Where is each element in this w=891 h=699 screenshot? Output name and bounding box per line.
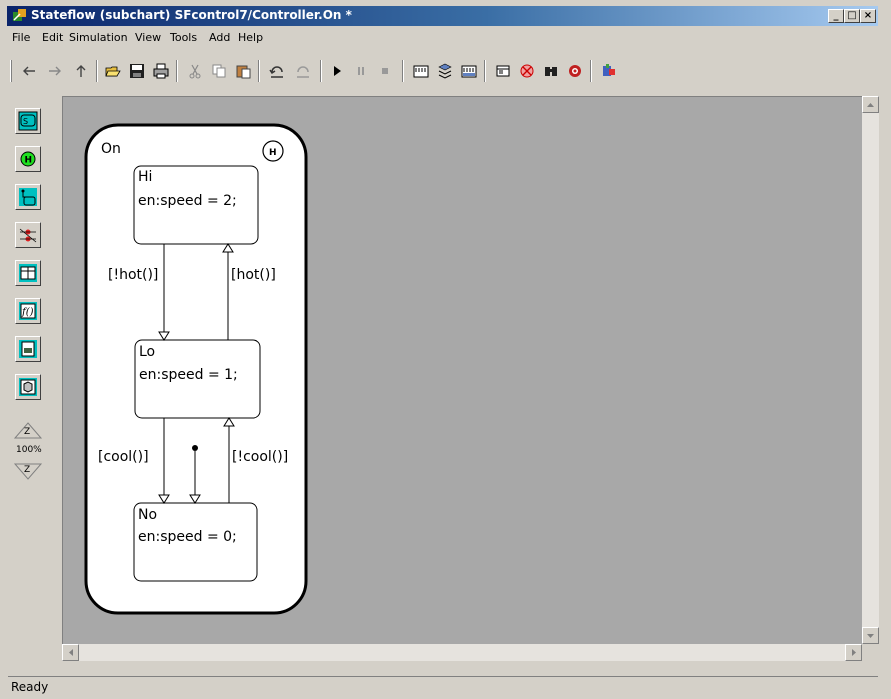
save-icon[interactable] — [126, 60, 148, 82]
truth-table-tool-button[interactable] — [15, 260, 41, 286]
rebuild-icon[interactable] — [458, 60, 480, 82]
zoom-in-label[interactable]: Z — [24, 427, 30, 437]
box-icon — [19, 378, 37, 396]
embedded-matlab-tool-button[interactable] — [15, 336, 41, 362]
vertical-scrollbar[interactable] — [862, 96, 879, 644]
pause-icon[interactable] — [350, 60, 372, 82]
undo-icon[interactable] — [266, 60, 288, 82]
go-to-parent-icon[interactable] — [598, 60, 620, 82]
scroll-corner — [862, 644, 879, 661]
horizontal-scrollbar[interactable] — [62, 644, 862, 661]
menu-help[interactable]: Help — [238, 31, 263, 44]
toolbar — [8, 50, 878, 90]
toolbar-separator — [320, 60, 322, 82]
svg-text:H: H — [25, 156, 33, 166]
superstate-on-label: On — [101, 141, 121, 157]
stop-icon[interactable] — [374, 60, 396, 82]
connective-junction-tool-button[interactable] — [15, 222, 41, 248]
transition-lo-to-hi-label: [hot()] — [231, 267, 276, 283]
scroll-up-button[interactable] — [862, 96, 879, 113]
toolbar-separator — [590, 60, 592, 82]
state-no-name: No — [138, 507, 157, 523]
forward-icon[interactable] — [44, 60, 66, 82]
history-junction[interactable]: H — [262, 140, 284, 162]
maximize-button[interactable]: □ — [844, 9, 860, 23]
graphical-function-tool-button[interactable]: f() — [15, 298, 41, 324]
transition-no-to-lo-label: [!cool()] — [232, 449, 288, 465]
zoom-control[interactable]: Z 100% Z — [13, 420, 43, 480]
stateflow-app-icon — [13, 9, 26, 21]
embedded-function-icon — [19, 340, 37, 358]
paste-icon[interactable] — [232, 60, 254, 82]
state-lo-action: en:speed = 1; — [139, 367, 238, 383]
minimize-button[interactable]: _ — [828, 9, 844, 23]
tool-palette: S H f() Z 100% Z — [10, 100, 60, 640]
toolbar-separator — [258, 60, 260, 82]
up-icon[interactable] — [70, 60, 92, 82]
close-button[interactable]: × — [860, 9, 876, 23]
scroll-down-button[interactable] — [862, 627, 879, 644]
copy-icon[interactable] — [208, 60, 230, 82]
default-transition-icon — [19, 188, 37, 206]
zoom-out-label[interactable]: Z — [24, 465, 30, 475]
function-icon: f() — [19, 302, 37, 320]
status-bar: Ready — [8, 676, 878, 696]
menu-edit[interactable]: Edit — [42, 31, 63, 44]
print-icon[interactable] — [150, 60, 172, 82]
state-tool-button[interactable]: S — [15, 108, 41, 134]
state-lo-name: Lo — [139, 344, 155, 360]
state-icon: S — [18, 111, 38, 131]
cut-icon[interactable] — [184, 60, 206, 82]
status-text: Ready — [11, 680, 49, 694]
menu-file[interactable]: File — [12, 31, 30, 44]
toolbar-separator — [402, 60, 404, 82]
zoom-level-label: 100% — [16, 445, 42, 455]
target-icon[interactable] — [564, 60, 586, 82]
menu-view[interactable]: View — [135, 31, 161, 44]
svg-text:S: S — [23, 117, 28, 126]
box-tool-button[interactable] — [15, 374, 41, 400]
model-explorer-icon[interactable] — [492, 60, 514, 82]
svg-text:f(): f() — [21, 307, 34, 318]
scroll-left-button[interactable] — [62, 644, 79, 661]
start-simulation-icon[interactable] — [326, 60, 348, 82]
find-binoculars-icon[interactable] — [540, 60, 562, 82]
window-title: Stateflow (subchart) SFcontrol7/Controll… — [31, 8, 352, 22]
state-no-action: en:speed = 0; — [138, 529, 237, 545]
debugger-icon[interactable] — [516, 60, 538, 82]
explorer-icon[interactable] — [434, 60, 456, 82]
stateflow-window: Stateflow (subchart) SFcontrol7/Controll… — [0, 0, 891, 699]
history-junction-label: H — [269, 148, 277, 158]
default-transition-tool-button[interactable] — [15, 184, 41, 210]
menu-tools[interactable]: Tools — [170, 31, 197, 44]
history-junction-icon: H — [19, 150, 37, 168]
menu-simulation[interactable]: Simulation — [69, 31, 128, 44]
truth-table-icon — [19, 264, 37, 282]
open-folder-icon[interactable] — [102, 60, 124, 82]
toolbar-separator — [96, 60, 98, 82]
connective-junction-icon — [19, 226, 37, 244]
toolbar-separator — [484, 60, 486, 82]
back-icon[interactable] — [18, 60, 40, 82]
state-hi-name: Hi — [138, 169, 152, 185]
transition-hi-to-lo-label: [!hot()] — [108, 267, 158, 283]
build-icon[interactable] — [410, 60, 432, 82]
menu-add[interactable]: Add — [209, 31, 230, 44]
toolbar-separator — [176, 60, 178, 82]
scroll-right-button[interactable] — [845, 644, 862, 661]
redo-icon[interactable] — [292, 60, 314, 82]
toolbar-grip — [10, 60, 12, 82]
menu-bar: File Edit Simulation View Tools Add Help — [8, 27, 878, 47]
transition-lo-to-no-label: [cool()] — [98, 449, 149, 465]
history-junction-tool-button[interactable]: H — [15, 146, 41, 172]
title-bar: Stateflow (subchart) SFcontrol7/Controll… — [7, 6, 878, 26]
chart-canvas[interactable]: On H Hi en:speed = 2; Lo en:speed = 1; N… — [62, 96, 862, 644]
state-hi-action: en:speed = 2; — [138, 193, 237, 209]
